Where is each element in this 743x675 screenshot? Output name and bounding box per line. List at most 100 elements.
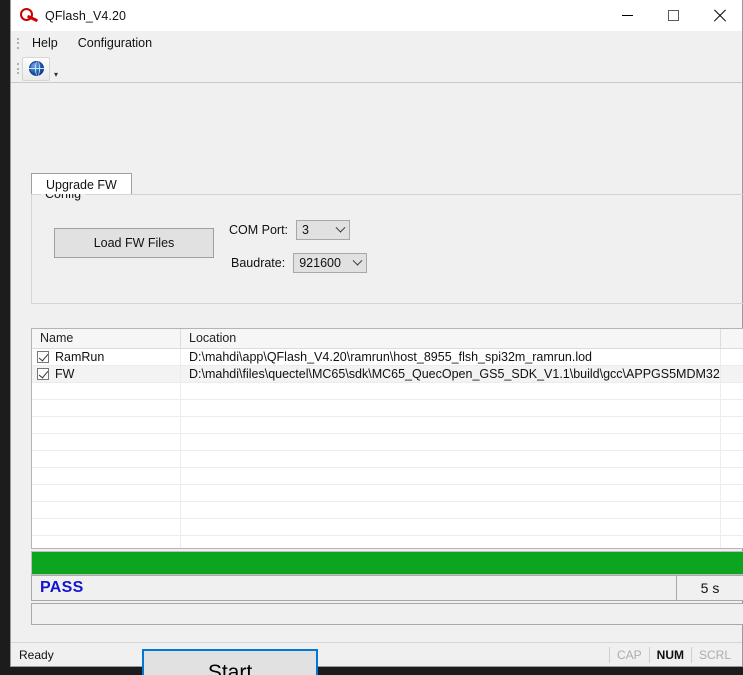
toolbar-gripper[interactable] — [14, 61, 22, 77]
tab-upgrade-fw[interactable]: Upgrade FW — [31, 173, 132, 194]
minimize-icon — [621, 15, 633, 16]
qflash-application-window: QFlash_V4.20 Help Configuration ▾ Upgrad… — [10, 0, 743, 675]
file-list-header: Name Location — [32, 329, 743, 349]
table-row-empty[interactable] — [32, 416, 743, 434]
com-port-field: COM Port: 3 — [229, 220, 351, 240]
tab-strip: Upgrade FW — [31, 173, 132, 194]
fw-file-list[interactable]: Name Location RamRun D:\mahdi\app\QFlash_… — [31, 328, 743, 549]
status-message-box — [31, 603, 743, 625]
menu-item-configuration[interactable]: Configuration — [68, 33, 162, 53]
cell-name: FW — [32, 365, 181, 383]
table-row-empty[interactable] — [32, 501, 743, 519]
cell-location — [181, 433, 721, 451]
cell-extra — [721, 434, 743, 451]
cell-name — [32, 535, 181, 548]
indicator-num: NUM — [648, 646, 691, 663]
indicator-scrl: SCRL — [690, 646, 738, 663]
baudrate-select[interactable]: 921600 — [293, 253, 368, 273]
baudrate-label: Baudrate: — [231, 256, 286, 270]
file-name-label: FW — [55, 367, 75, 381]
table-row[interactable]: RamRun D:\mahdi\app\QFlash_V4.20\ramrun\h… — [32, 348, 743, 366]
cell-name — [32, 518, 181, 536]
baudrate-field: Baudrate: 921600 — [231, 253, 368, 273]
com-port-select[interactable]: 3 — [296, 220, 351, 240]
cell-name: RamRun — [32, 348, 181, 366]
maximize-button[interactable] — [650, 0, 696, 31]
cell-location — [181, 484, 721, 502]
toolbar: ▾ — [11, 55, 742, 83]
cell-name — [32, 450, 181, 468]
table-row-empty[interactable] — [32, 399, 743, 417]
cell-location — [181, 450, 721, 468]
cell-location — [181, 382, 721, 400]
cell-name — [32, 467, 181, 485]
menu-bar: Help Configuration — [11, 31, 742, 55]
globe-help-icon — [28, 61, 44, 76]
client-area: Upgrade FW Config Load FW Files COM Port… — [11, 83, 743, 675]
cell-extra — [721, 366, 743, 383]
table-row-empty[interactable] — [32, 382, 743, 400]
status-bar: Ready CAP NUM SCRL — [11, 642, 742, 666]
table-row-empty[interactable] — [32, 484, 743, 502]
table-row-empty[interactable] — [32, 518, 743, 536]
cell-extra — [721, 519, 743, 536]
table-row-empty[interactable] — [32, 467, 743, 485]
cell-name — [32, 484, 181, 502]
table-row-empty[interactable] — [32, 450, 743, 468]
cell-location — [181, 399, 721, 417]
menu-gripper[interactable] — [14, 35, 22, 51]
cell-location: D:\mahdi\files\quectel\MC65\sdk\MC65_Que… — [181, 365, 721, 383]
qflash-q-icon — [17, 5, 39, 27]
cell-extra — [721, 349, 743, 366]
start-button[interactable]: Start — [142, 649, 318, 675]
cell-name — [32, 501, 181, 519]
column-header-name[interactable]: Name — [32, 329, 181, 348]
cell-extra — [721, 485, 743, 502]
close-button[interactable] — [696, 0, 742, 31]
chevron-down-icon: ▾ — [53, 69, 58, 79]
close-icon — [713, 9, 726, 22]
cell-extra — [721, 383, 743, 400]
minimize-button[interactable] — [604, 0, 650, 31]
menu-item-help[interactable]: Help — [22, 33, 68, 53]
indicator-cap: CAP — [608, 646, 649, 663]
cell-extra — [721, 502, 743, 519]
progress-bar-fill — [32, 552, 743, 574]
window-title: QFlash_V4.20 — [45, 8, 127, 23]
column-header-location[interactable]: Location — [181, 329, 721, 348]
chevron-down-icon — [348, 255, 366, 267]
window-controls — [604, 0, 742, 31]
table-row-empty[interactable] — [32, 535, 743, 549]
cell-extra — [721, 417, 743, 434]
toolbar-overflow-button[interactable]: ▾ — [50, 57, 62, 81]
com-port-value: 3 — [302, 223, 309, 237]
cell-location — [181, 416, 721, 434]
chevron-down-icon — [331, 222, 349, 234]
status-result-row: PASS 5 s — [31, 575, 743, 601]
maximize-icon — [667, 10, 679, 21]
desktop-background: QFlash_V4.20 Help Configuration ▾ Upgrad… — [0, 0, 743, 675]
cell-location — [181, 535, 721, 548]
column-header-extra[interactable] — [721, 329, 743, 348]
cell-extra — [721, 536, 743, 549]
table-row[interactable]: FW D:\mahdi\files\quectel\MC65\sdk\MC65_Q… — [32, 365, 743, 383]
toolbar-help-button[interactable] — [22, 56, 50, 81]
file-name-label: RamRun — [55, 350, 105, 364]
status-result-box: PASS — [31, 575, 677, 601]
cell-location — [181, 518, 721, 536]
cell-name — [32, 399, 181, 417]
file-list-body: RamRun D:\mahdi\app\QFlash_V4.20\ramrun\h… — [32, 348, 743, 549]
cell-location: D:\mahdi\app\QFlash_V4.20\ramrun\host_89… — [181, 348, 721, 366]
row-checkbox[interactable] — [37, 351, 49, 363]
table-row-empty[interactable] — [32, 433, 743, 451]
cell-name — [32, 382, 181, 400]
cell-name — [32, 433, 181, 451]
cell-location — [181, 467, 721, 485]
title-bar: QFlash_V4.20 — [11, 0, 742, 31]
row-checkbox[interactable] — [37, 368, 49, 380]
cell-extra — [721, 468, 743, 485]
progress-bar — [31, 551, 743, 575]
cell-extra — [721, 451, 743, 468]
load-fw-files-button[interactable]: Load FW Files — [54, 228, 214, 258]
cell-location — [181, 501, 721, 519]
